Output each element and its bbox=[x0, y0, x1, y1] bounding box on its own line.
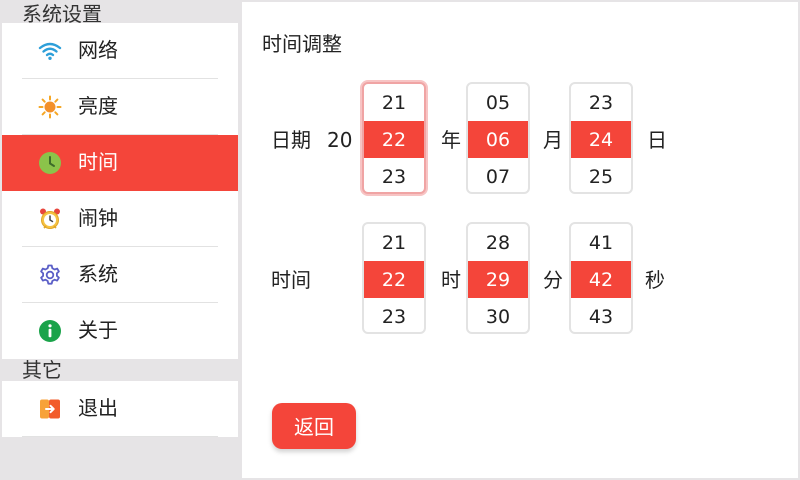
minute-picker[interactable]: 28 29 30 bbox=[466, 222, 530, 334]
second-unit: 秒 bbox=[645, 268, 665, 292]
hour-next[interactable]: 23 bbox=[364, 298, 424, 332]
sidebar: 系统设置 网络 亮度 时间 闹钟 系统 关于 其它 退出 bbox=[0, 0, 238, 480]
sidebar-item-label: 亮度 bbox=[78, 94, 118, 118]
minute-prev[interactable]: 28 bbox=[468, 224, 528, 261]
second-selected[interactable]: 42 bbox=[571, 261, 631, 298]
exit-icon bbox=[38, 397, 62, 421]
back-button[interactable]: 返回 bbox=[272, 403, 356, 449]
month-prev[interactable]: 05 bbox=[468, 84, 528, 121]
sidebar-item-alarm[interactable]: 闹钟 bbox=[2, 191, 238, 247]
hour-prev[interactable]: 21 bbox=[364, 224, 424, 261]
sun-icon bbox=[38, 95, 62, 119]
day-next[interactable]: 25 bbox=[571, 158, 631, 192]
day-prev[interactable]: 23 bbox=[571, 84, 631, 121]
alarm-clock-icon bbox=[38, 207, 62, 231]
day-selected[interactable]: 24 bbox=[571, 121, 631, 158]
section-header-other: 其它 bbox=[22, 358, 62, 382]
hour-unit: 时 bbox=[441, 268, 461, 292]
sidebar-item-about[interactable]: 关于 bbox=[2, 303, 238, 359]
sidebar-item-label: 系统 bbox=[78, 262, 118, 286]
month-next[interactable]: 07 bbox=[468, 158, 528, 192]
second-next[interactable]: 43 bbox=[571, 298, 631, 332]
date-label: 日期 bbox=[271, 128, 311, 152]
sidebar-item-time[interactable]: 时间 bbox=[2, 135, 238, 191]
year-prefix: 20 bbox=[327, 128, 353, 152]
time-settings-panel: 时间调整 日期 20 21 22 23 年 05 06 07 月 23 24 2… bbox=[242, 2, 798, 478]
year-picker[interactable]: 21 22 23 bbox=[362, 82, 426, 194]
gear-icon bbox=[38, 263, 62, 287]
wifi-icon bbox=[38, 39, 62, 63]
sidebar-item-label: 网络 bbox=[78, 38, 118, 62]
month-selected[interactable]: 06 bbox=[468, 121, 528, 158]
panel-title: 时间调整 bbox=[262, 32, 342, 56]
time-label: 时间 bbox=[271, 268, 311, 292]
info-icon bbox=[38, 319, 62, 343]
minute-next[interactable]: 30 bbox=[468, 298, 528, 332]
minute-selected[interactable]: 29 bbox=[468, 261, 528, 298]
second-prev[interactable]: 41 bbox=[571, 224, 631, 261]
hour-selected[interactable]: 22 bbox=[364, 261, 424, 298]
sidebar-item-label: 退出 bbox=[78, 396, 118, 420]
hour-picker[interactable]: 21 22 23 bbox=[362, 222, 426, 334]
year-selected[interactable]: 22 bbox=[364, 121, 424, 158]
minute-unit: 分 bbox=[543, 268, 563, 292]
year-prev[interactable]: 21 bbox=[364, 84, 424, 121]
sidebar-item-network[interactable]: 网络 bbox=[2, 23, 238, 79]
year-unit: 年 bbox=[441, 128, 461, 152]
sidebar-item-brightness[interactable]: 亮度 bbox=[2, 79, 238, 135]
year-next[interactable]: 23 bbox=[364, 158, 424, 192]
sidebar-item-label: 闹钟 bbox=[78, 206, 118, 230]
second-picker[interactable]: 41 42 43 bbox=[569, 222, 633, 334]
settings-menu: 网络 亮度 时间 闹钟 系统 关于 bbox=[2, 23, 238, 359]
sidebar-item-exit[interactable]: 退出 bbox=[2, 381, 238, 437]
month-unit: 月 bbox=[543, 128, 563, 152]
sidebar-item-label: 时间 bbox=[78, 150, 118, 174]
sidebar-item-system[interactable]: 系统 bbox=[2, 247, 238, 303]
day-picker[interactable]: 23 24 25 bbox=[569, 82, 633, 194]
other-menu: 退出 bbox=[2, 381, 238, 437]
sidebar-item-label: 关于 bbox=[78, 318, 118, 342]
day-unit: 日 bbox=[647, 128, 667, 152]
divider bbox=[22, 436, 218, 437]
clock-icon bbox=[38, 151, 62, 175]
month-picker[interactable]: 05 06 07 bbox=[466, 82, 530, 194]
